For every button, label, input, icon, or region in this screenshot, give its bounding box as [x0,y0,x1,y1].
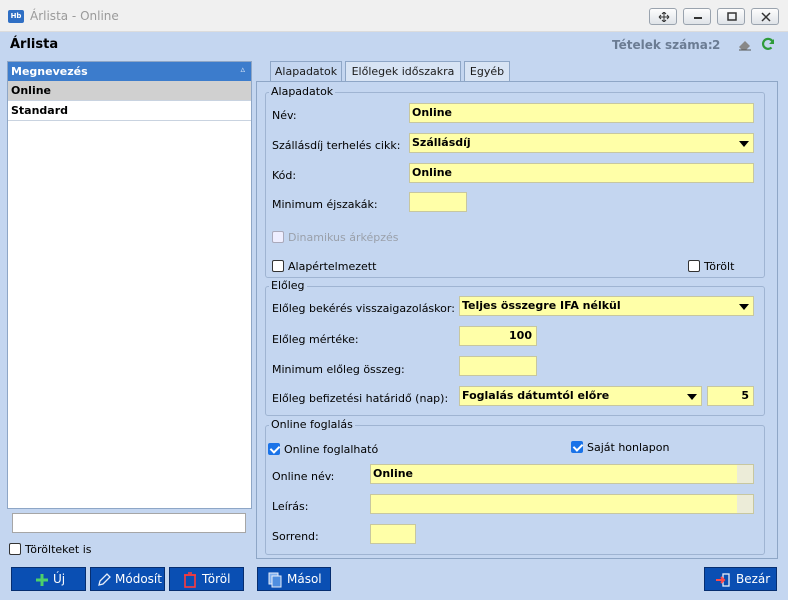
app-icon: Hb [8,10,24,23]
dynamic-pricing-checkbox [272,231,284,243]
code-label: Kód: [272,169,297,182]
own-site-label: Saját honlapon [587,440,670,454]
maximize-button[interactable] [717,8,745,25]
deleted-row[interactable]: Törölt [688,259,734,273]
edit-button[interactable]: Módosít [90,567,165,591]
own-site-row[interactable]: Saját honlapon [571,440,669,454]
dynamic-pricing-row: Dinamikus árképzés [272,230,399,244]
field-scrollbar[interactable] [737,465,753,483]
deleted-checkbox[interactable] [688,260,700,272]
bottom-toolbar: Új Módosít Töröl Másol Bezár [0,563,788,600]
maximize-icon [727,12,737,21]
delete-button-label: Töröl [202,572,231,586]
deleted-label: Törölt [704,259,735,273]
own-site-checkbox[interactable] [571,441,583,453]
show-deleted-label: Törölteket is [25,542,92,556]
online-bookable-row[interactable]: Online foglalható [268,442,378,456]
deposit-request-select[interactable]: Teljes összegre IFA nélkül [459,296,754,316]
shipping-item-label: Szállásdíj terhelés cikk: [272,139,401,152]
deposit-amount-field[interactable]: 100 [459,326,537,346]
name-label: Név: [272,109,297,122]
description-field[interactable] [370,494,754,514]
price-list-panel: Megnevezés ▵ Online Standard [7,61,252,509]
default-row[interactable]: Alapértelmezett [272,259,376,273]
close-window-button[interactable] [751,8,779,25]
list-column-header[interactable]: Megnevezés ▵ [8,62,251,81]
page-title: Árlista [10,37,59,52]
deposit-deadline-days-field[interactable]: 5 [707,386,754,406]
tab-other[interactable]: Egyéb [464,61,510,81]
order-label: Sorrend: [272,530,319,543]
column-header-label: Megnevezés [11,65,88,78]
pencil-icon [98,573,111,586]
delete-button[interactable]: Töröl [169,567,244,591]
new-button-label: Új [53,572,66,586]
window-titlebar: Hb Árlista - Online [0,0,788,32]
copy-icon [268,572,282,588]
default-checkbox[interactable] [272,260,284,272]
online-bookable-label: Online foglalható [284,442,379,456]
close-button-label: Bezár [736,572,771,586]
plus-icon [36,574,48,586]
tab-basic[interactable]: Alapadatok [270,61,342,82]
new-button[interactable]: Új [11,567,86,591]
online-name-value: Online [373,467,414,480]
item-count-value: 2 [712,38,721,52]
close-icon [761,12,771,22]
deposit-amount-label: Előleg mértéke: [272,333,359,346]
online-name-field[interactable]: Online [370,464,754,484]
deposit-group-title: Előleg [269,279,307,292]
tab-deposits-period[interactable]: Előlegek időszakra [345,61,461,81]
header-bar: Árlista Tételek száma: 2 [0,32,788,58]
online-group-title: Online foglalás [269,418,355,431]
min-nights-field[interactable] [409,192,467,212]
item-count-label: Tételek száma: [612,38,713,52]
list-item[interactable]: Online [8,81,251,101]
min-deposit-field[interactable] [459,356,537,376]
default-label: Alapértelmezett [288,259,377,273]
exit-icon [716,573,730,587]
online-name-label: Online név: [272,470,335,483]
window-title: Árlista - Online [30,9,119,23]
order-field[interactable] [370,524,416,544]
deposit-deadline-mode-select[interactable]: Foglalás dátumtól előre [459,386,702,406]
eraser-icon[interactable] [737,36,753,52]
min-nights-label: Minimum éjszakák: [272,198,378,211]
deposit-request-label: Előleg bekérés visszaigazoláskor: [272,302,455,315]
copy-button[interactable]: Másol [257,567,331,591]
basic-group-title: Alapadatok [269,85,336,98]
deposit-deadline-label: Előleg befizetési határidő (nap): [272,392,449,405]
copy-button-label: Másol [287,572,322,586]
edit-button-label: Módosít [115,572,162,586]
code-field[interactable]: Online [409,163,754,183]
sort-icon: ▵ [240,65,245,75]
move-window-button[interactable] [649,8,677,25]
min-deposit-label: Minimum előleg összeg: [272,363,405,376]
show-deleted-checkbox-row[interactable]: Törölteket is [9,542,253,562]
name-field[interactable]: Online [409,103,754,123]
minimize-icon [694,17,702,19]
field-scrollbar[interactable] [737,495,753,513]
refresh-icon[interactable] [760,36,776,52]
move-icon [658,12,670,22]
online-bookable-checkbox[interactable] [268,443,280,455]
close-button[interactable]: Bezár [704,567,777,591]
shipping-item-select[interactable]: Szállásdíj [409,133,754,153]
description-label: Leírás: [272,500,309,513]
show-deleted-checkbox[interactable] [9,543,21,555]
dynamic-pricing-label: Dinamikus árképzés [288,230,399,244]
trash-icon [184,572,196,588]
filter-input[interactable] [12,513,246,533]
list-item[interactable]: Standard [8,101,251,121]
minimize-button[interactable] [683,8,711,25]
